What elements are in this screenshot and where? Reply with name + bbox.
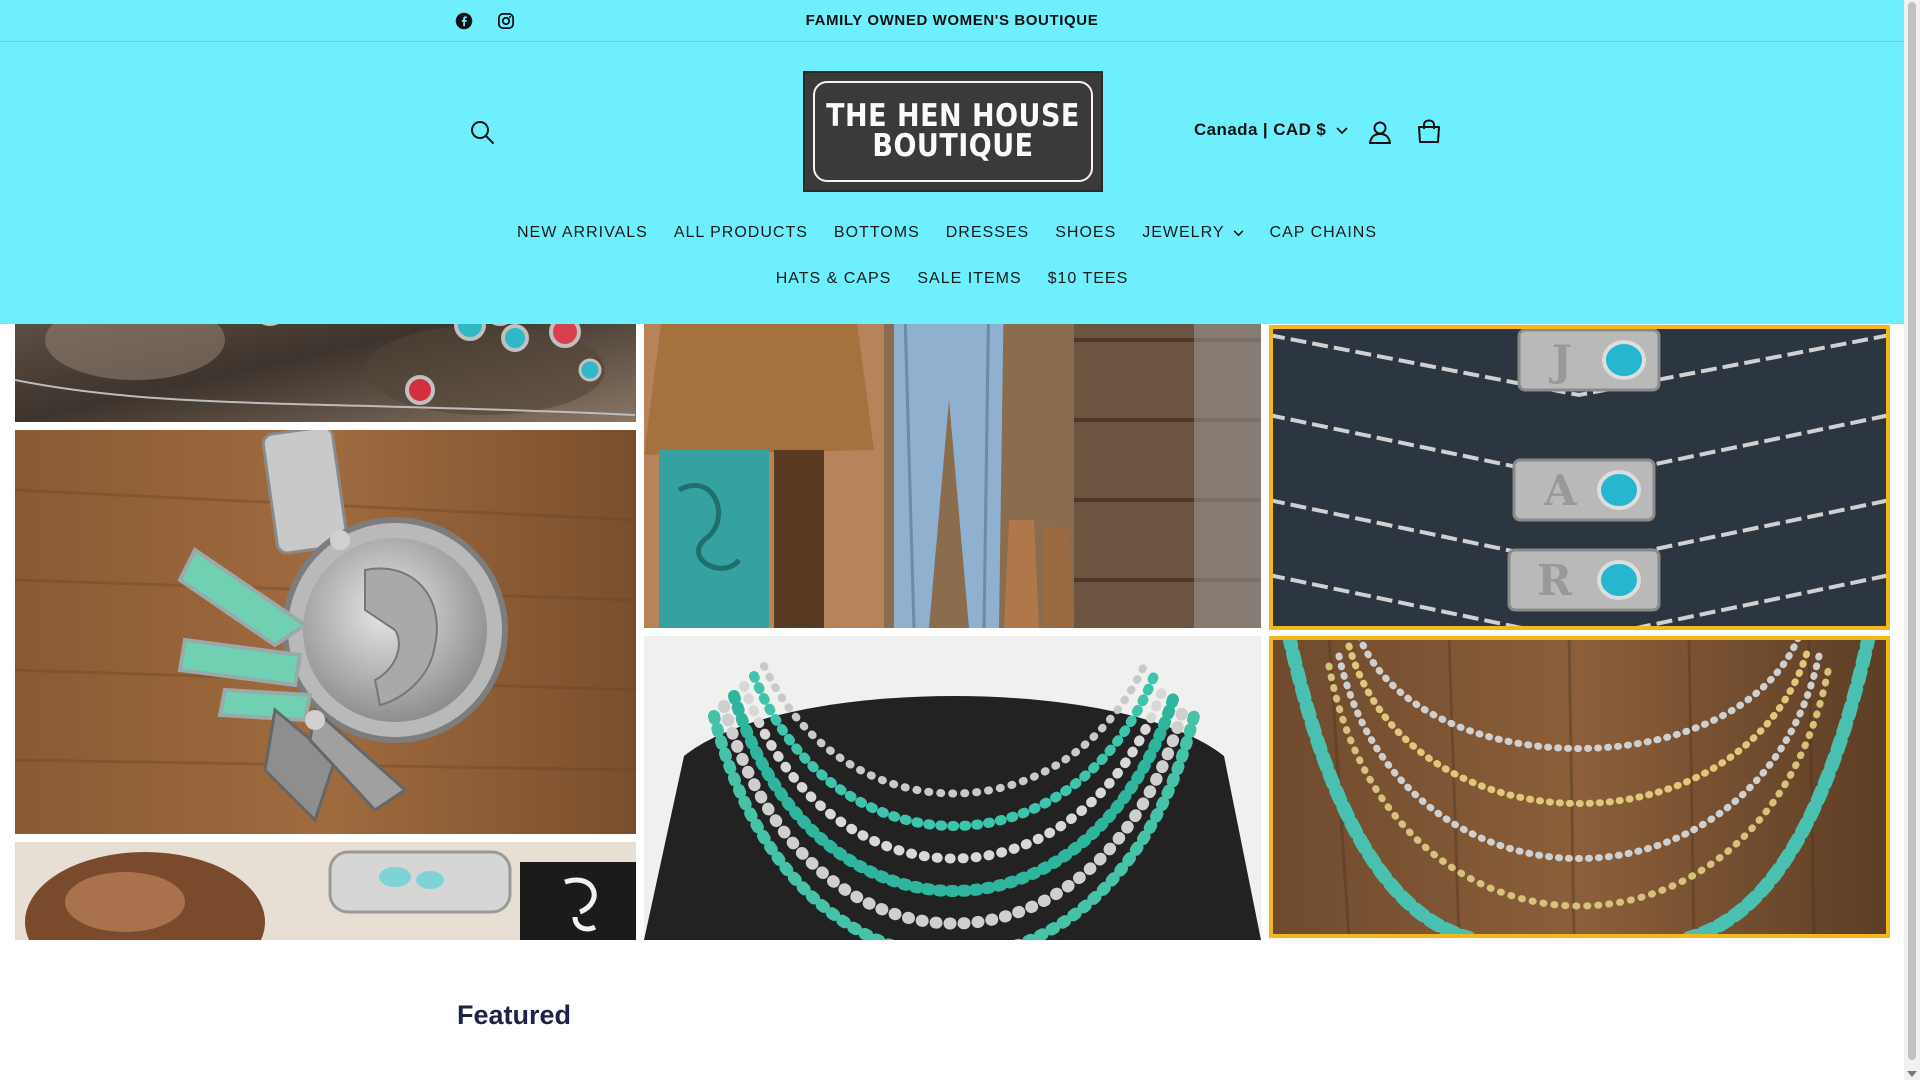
account-icon[interactable]: [1366, 118, 1394, 146]
svg-text:A: A: [1543, 466, 1578, 515]
nav-item-jewelry[interactable]: JEWELRY: [1129, 224, 1256, 242]
site-header: THE HEN HOUSE BOUTIQUE Canada | CAD $ NE…: [0, 42, 1904, 324]
main-nav-row-1: NEW ARRIVALS ALL PRODUCTS BOTTOMS DRESSE…: [0, 224, 1899, 242]
currency-label: Canada | CAD $: [1194, 120, 1327, 139]
nav-item-cap-chains[interactable]: CAP CHAINS: [1257, 224, 1391, 242]
announcement-text: FAMILY OWNED WOMEN'S BOUTIQUE: [805, 12, 1099, 29]
nav-item-10-tees[interactable]: $10 TEES: [1035, 270, 1142, 288]
page-scrollbar[interactable]: [1904, 0, 1920, 1080]
main-nav-row-2: HATS & CAPS SALE ITEMS $10 TEES: [0, 270, 1904, 288]
country-currency-selector[interactable]: Canada | CAD $: [1194, 120, 1348, 140]
nav-item-bottoms[interactable]: BOTTOMS: [821, 224, 933, 242]
nav-item-all-products[interactable]: ALL PRODUCTS: [661, 224, 821, 242]
nav-item-dresses[interactable]: DRESSES: [933, 224, 1042, 242]
collage-tile-nickel-pendant[interactable]: [15, 430, 636, 834]
logo-line-2: BOUTIQUE: [872, 128, 1034, 164]
svg-text:J: J: [1548, 336, 1572, 385]
chevron-down-icon: [1233, 224, 1244, 242]
cart-icon[interactable]: [1414, 117, 1444, 147]
collage-tile-beaded-necklaces[interactable]: [1269, 636, 1890, 938]
collage-tile-jeans-display[interactable]: [644, 280, 1261, 628]
nav-item-shoes[interactable]: SHOES: [1042, 224, 1129, 242]
nav-item-jewelry-label: JEWELRY: [1142, 224, 1225, 241]
collage-tile-rings-cuff[interactable]: [15, 842, 636, 940]
scroll-down-arrow-icon[interactable]: [1907, 1071, 1917, 1077]
featured-heading: Featured: [457, 1000, 572, 1030]
collage-tile-initial-necklaces[interactable]: J A R: [1269, 325, 1890, 630]
nav-item-new-arrivals[interactable]: NEW ARRIVALS: [504, 224, 661, 242]
collage-tile-necklace-bust[interactable]: [644, 636, 1261, 940]
site-logo[interactable]: THE HEN HOUSE BOUTIQUE: [803, 71, 1103, 192]
chevron-down-icon: [1336, 120, 1348, 140]
announcement-bar: FAMILY OWNED WOMEN'S BOUTIQUE: [0, 0, 1904, 42]
svg-text:R: R: [1537, 556, 1573, 605]
search-icon[interactable]: [468, 118, 496, 146]
nav-item-sale-items[interactable]: SALE ITEMS: [904, 270, 1034, 288]
scrollbar-thumb[interactable]: [1908, 2, 1916, 1060]
nav-item-hats-caps[interactable]: HATS & CAPS: [763, 270, 905, 288]
